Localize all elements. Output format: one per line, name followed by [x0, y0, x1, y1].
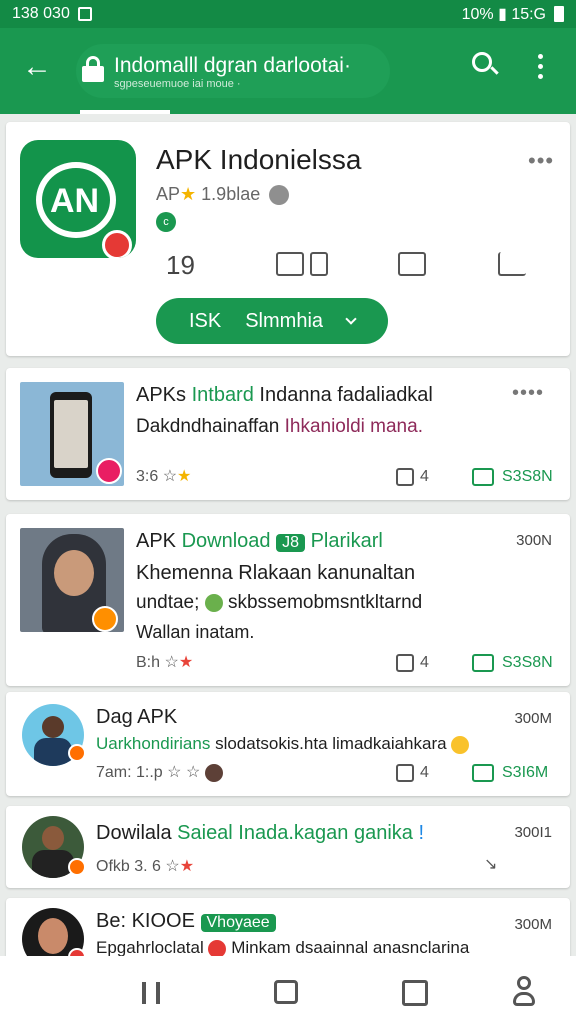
install-option: Slmmhia — [245, 309, 324, 332]
card-description: Epgahrloclatal Minkam dsaainnal anasncla… — [96, 938, 470, 958]
card-description-3: Wallan inatam. — [136, 622, 255, 642]
emoji-icon — [204, 593, 223, 612]
size-label: 300M — [514, 710, 552, 727]
thumb-up-icon — [396, 468, 414, 486]
like-button[interactable]: 4 — [396, 654, 429, 672]
card-meta: Ofkb 3. 6 ☆★ — [96, 858, 195, 875]
thumbnail-image — [20, 382, 124, 486]
share-icon[interactable] — [402, 980, 428, 1006]
card-meta: 3:6 ☆★ — [136, 468, 192, 485]
verified-badge: c — [156, 212, 176, 232]
app-title: APK Indonielssa — [156, 144, 362, 175]
more-options-icon[interactable] — [538, 54, 543, 79]
app-count: 19 — [166, 250, 195, 280]
list-item[interactable]: APKs Intbard Indanna fadaliadkal •••• Da… — [6, 368, 570, 500]
download-icon — [472, 468, 494, 486]
card-meta: B:h ☆★ — [136, 654, 194, 671]
emoji-icon — [204, 763, 223, 782]
badge-icon — [92, 606, 118, 632]
card-title: APK Download J8 Plarikarl — [136, 530, 383, 552]
navigation-bar — [0, 956, 576, 1024]
download-icon — [472, 764, 494, 782]
share-icon[interactable]: ↘ — [484, 854, 497, 874]
badge-icon — [96, 458, 122, 484]
card-meta: 7am: 1:.p ☆ ☆ — [96, 762, 223, 782]
card-title: Be: KIOOE Vhoyaee — [96, 910, 276, 933]
download-button[interactable]: S3S8N — [472, 654, 553, 672]
card-title: Dowilala Saieal Inada.kagan ganika ! — [96, 822, 425, 844]
emoji-icon — [451, 735, 470, 754]
bookmark-icon[interactable] — [310, 252, 328, 276]
list-item[interactable]: Dag APK 300M Uarkhondirians slodatsokis.… — [6, 692, 570, 796]
download-icon — [472, 654, 494, 672]
comment-icon[interactable] — [276, 252, 304, 276]
list-item[interactable]: APK Download J8 Plarikarl 300N Khemenna … — [6, 514, 570, 686]
size-label: 300I1 — [514, 824, 552, 841]
status-time: 138 030 — [12, 5, 70, 22]
status-bar: 138 030 10% ▮ 15:G — [0, 0, 576, 28]
thumb-up-icon — [396, 764, 414, 782]
card-title: APKs Intbard Indanna fadaliadkal — [136, 384, 433, 406]
emoji-icon — [208, 939, 227, 958]
more-dots-icon[interactable]: •••• — [512, 382, 544, 405]
list-icon[interactable] — [498, 252, 526, 276]
record-badge-icon — [102, 230, 132, 258]
like-icon[interactable] — [398, 252, 426, 276]
install-label: ISK — [188, 309, 222, 332]
chevron-down-icon — [345, 313, 357, 325]
badge-icon — [68, 858, 86, 876]
lock-icon — [82, 56, 104, 82]
notification-icon — [77, 7, 92, 21]
thumb-up-icon — [396, 654, 414, 672]
app-detail-card: AN APK Indonielssa AP★ 1.9blae c ••• 19 … — [6, 122, 570, 356]
star-icon: ★ — [180, 184, 197, 204]
download-button[interactable]: S3I6M — [472, 764, 548, 782]
card-description: Khemenna Rlakaan kanunaltan — [136, 562, 416, 584]
account-icon[interactable] — [512, 976, 536, 1010]
card-description: Uarkhondirians slodatsokis.hta limadkaia… — [96, 734, 470, 754]
tab-indicator — [80, 110, 170, 114]
install-button[interactable]: ISK Slmmhia — [156, 298, 388, 344]
list-item[interactable]: Dowilala Saieal Inada.kagan ganika ! 300… — [6, 806, 570, 888]
status-right-text: 10% ▮ 15:G — [461, 6, 546, 23]
like-button[interactable]: 4 — [396, 468, 429, 486]
page-title: Indomalll dgran darlootai· — [114, 54, 351, 77]
app-bar: ← Indomalll dgran darlootai· sgpeseuemuo… — [0, 28, 576, 114]
page-subtitle: sgpeseuemuoe iai moue · — [114, 78, 241, 90]
pin-icon[interactable] — [269, 185, 290, 206]
size-label: 300N — [516, 532, 552, 549]
card-title: Dag APK — [96, 706, 178, 728]
thumbnail-image — [20, 528, 124, 632]
recents-icon[interactable] — [142, 982, 160, 1004]
app-rating: 1.9blae — [201, 184, 261, 204]
download-button[interactable]: S3S8N — [472, 468, 553, 486]
tag-badge: J8 — [276, 534, 305, 552]
app-logo: AN — [20, 140, 136, 258]
tag-badge: Vhoyaee — [200, 914, 276, 932]
home-icon[interactable] — [274, 980, 298, 1004]
card-description-2: undtae; skbssemobmsntkltarnd — [136, 592, 423, 613]
card-description: Dakdndhainaffan Ihkanioldi mana. — [136, 416, 423, 437]
size-label: 300M — [514, 916, 552, 933]
back-arrow-icon[interactable]: ← — [22, 52, 52, 82]
battery-icon — [554, 6, 564, 22]
badge-icon — [68, 744, 86, 762]
search-icon[interactable] — [472, 52, 500, 80]
more-dots-icon[interactable]: ••• — [528, 148, 554, 174]
like-button[interactable]: 4 — [396, 764, 429, 782]
app-developer: AP★ 1.9blae — [156, 184, 290, 206]
